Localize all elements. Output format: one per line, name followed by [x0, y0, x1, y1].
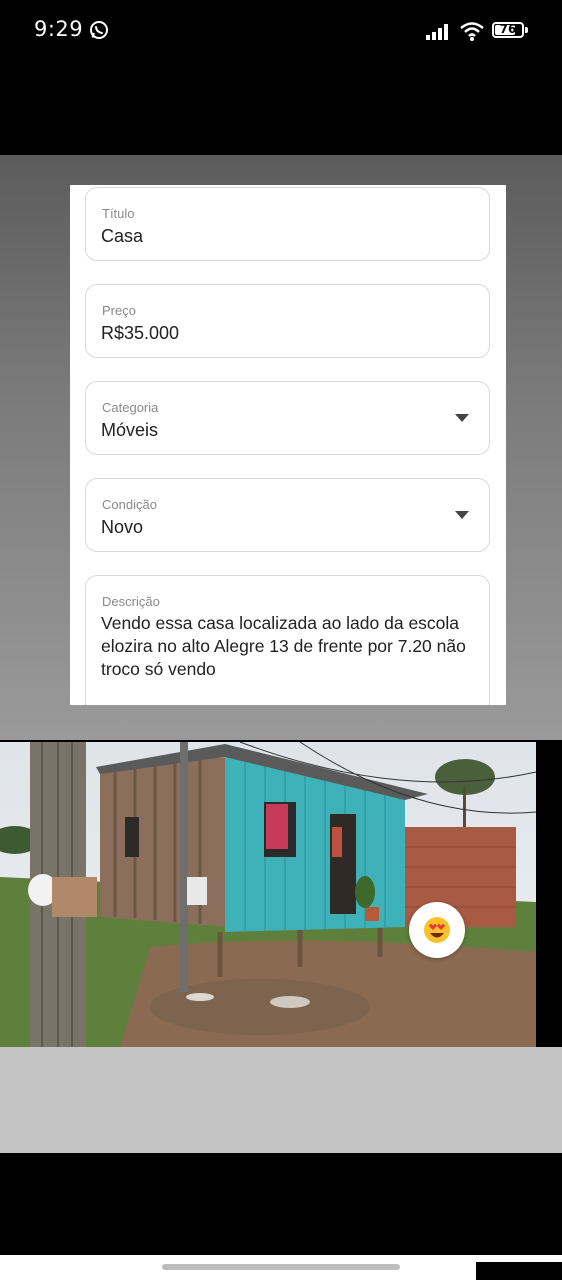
listing-form: Título Casa Preço R$35.000 Categoria Móv…	[70, 185, 506, 705]
heart-eyes-emoji-icon	[424, 917, 450, 943]
price-value: R$35.000	[101, 323, 180, 343]
caret-down-icon[interactable]	[455, 414, 469, 422]
photo-edge	[536, 742, 562, 1047]
nav-bar-corner	[476, 1262, 562, 1280]
title-label: Título	[102, 206, 135, 221]
house-photo[interactable]	[0, 742, 536, 1047]
title-value: Casa	[101, 226, 144, 246]
description-label: Descrição	[102, 594, 160, 609]
signal-icon	[426, 24, 448, 40]
condition-value: Novo	[101, 517, 144, 537]
battery-level: 76	[499, 22, 517, 36]
title-field[interactable]: Título Casa	[85, 187, 490, 261]
caret-down-icon[interactable]	[455, 511, 469, 519]
viewer-bottom-panel	[0, 1047, 562, 1153]
home-indicator[interactable]	[162, 1264, 400, 1270]
condition-label: Condição	[102, 497, 157, 512]
condition-select[interactable]: Condição Novo	[85, 478, 490, 552]
category-label: Categoria	[102, 400, 159, 415]
form-screenshot-background: Título Casa Preço R$35.000 Categoria Móv…	[0, 155, 562, 740]
wifi-icon	[460, 22, 484, 41]
whatsapp-icon	[90, 21, 108, 39]
category-select[interactable]: Categoria Móveis	[85, 381, 490, 455]
reaction-button[interactable]	[409, 902, 465, 958]
price-label: Preço	[102, 303, 136, 318]
description-value: Vendo essa casa localizada ao lado da es…	[101, 613, 466, 679]
category-value: Móveis	[101, 420, 159, 440]
status-bar: 9:29 76	[0, 0, 562, 60]
clock: 9:29	[34, 17, 84, 41]
description-field[interactable]: Descrição Vendo essa casa localizada ao …	[85, 575, 490, 705]
price-field[interactable]: Preço R$35.000	[85, 284, 490, 358]
battery-icon: 76	[492, 22, 524, 38]
